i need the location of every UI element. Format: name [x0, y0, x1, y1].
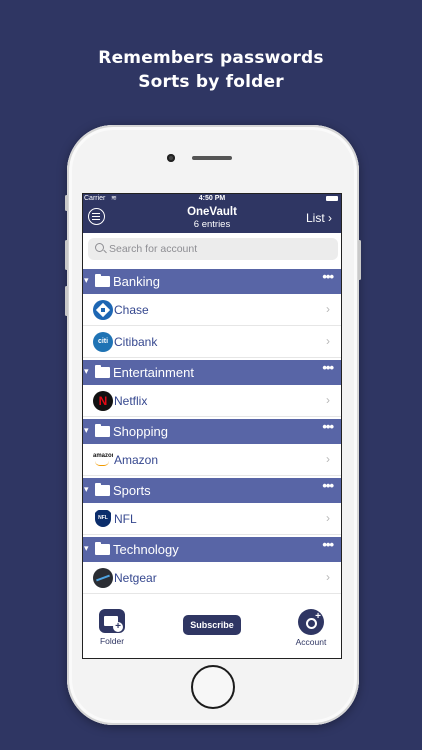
list-item-netflix[interactable]: N Netflix ›: [83, 385, 341, 417]
list-item-nfl[interactable]: NFL NFL ›: [83, 503, 341, 535]
folder-icon: [95, 274, 110, 287]
subscribe-button[interactable]: Subscribe: [183, 615, 241, 635]
folder-icon: [95, 365, 110, 378]
collapse-triangle-icon: ▾: [84, 275, 89, 285]
folder-icon: [95, 424, 110, 437]
add-account-icon: [298, 609, 324, 635]
folder-icon: [95, 542, 110, 555]
collapse-triangle-icon: ▾: [84, 425, 89, 435]
speaker-grille: [192, 156, 232, 160]
entry-label: Citibank: [114, 335, 158, 349]
section-header-technology[interactable]: ▾ Technology •••: [83, 537, 341, 562]
battery-icon: [326, 196, 338, 201]
section-header-sports[interactable]: ▾ Sports •••: [83, 478, 341, 503]
status-bar: Carrier ≋ 4:50 PM: [83, 194, 341, 204]
more-options-icon[interactable]: •••: [322, 269, 334, 284]
nfl-logo-icon: NFL: [93, 509, 113, 529]
search-placeholder: Search for account: [109, 243, 198, 255]
section-name: Entertainment: [113, 365, 194, 380]
search-icon: [95, 243, 104, 252]
section-name: Technology: [113, 542, 179, 557]
more-options-icon[interactable]: •••: [322, 537, 334, 552]
section-header-entertainment[interactable]: ▾ Entertainment •••: [83, 360, 341, 385]
section-name: Shopping: [113, 424, 168, 439]
app-title: OneVault: [187, 206, 237, 218]
mute-switch: [65, 195, 68, 211]
section-header-shopping[interactable]: ▾ Shopping •••: [83, 419, 341, 444]
entry-label: NFL: [114, 512, 137, 526]
volume-up-button: [65, 240, 68, 270]
entry-count: 6 entries: [193, 219, 231, 230]
amazon-logo-icon: amazon: [93, 450, 113, 470]
chevron-right-icon: ›: [326, 570, 330, 584]
chevron-right-icon: ›: [326, 334, 330, 348]
collapse-triangle-icon: ▾: [84, 484, 89, 494]
add-folder-icon: [99, 609, 125, 633]
netgear-logo-icon: [93, 568, 113, 588]
netflix-logo-icon: N: [93, 391, 113, 411]
headline-line-1: Remembers passwords: [98, 48, 324, 68]
section-header-banking[interactable]: ▾ Banking •••: [83, 269, 341, 294]
chevron-right-icon: ›: [326, 302, 330, 316]
list-item-amazon[interactable]: amazon Amazon ›: [83, 444, 341, 476]
more-options-icon[interactable]: •••: [322, 360, 334, 375]
status-time: 4:50 PM: [198, 195, 226, 202]
entry-label: Netflix: [114, 394, 148, 408]
more-options-icon[interactable]: •••: [322, 478, 334, 493]
collapse-triangle-icon: ▾: [84, 543, 89, 553]
more-options-icon[interactable]: •••: [322, 419, 334, 434]
volume-down-button: [65, 286, 68, 316]
add-account-button[interactable]: Account: [291, 609, 331, 647]
section-name: Sports: [113, 483, 151, 498]
headline: Remembers passwords Sorts by folder: [0, 46, 422, 94]
entry-label: Amazon: [114, 453, 159, 467]
list-item-netgear[interactable]: Netgear ›: [83, 562, 341, 594]
headline-line-2: Sorts by folder: [138, 72, 284, 92]
nfl-shield-text: NFL: [95, 510, 111, 527]
section-name: Banking: [113, 274, 160, 289]
home-button[interactable]: [191, 665, 235, 709]
chevron-right-icon: ›: [326, 393, 330, 407]
entry-label: Netgear: [114, 571, 157, 585]
list-button[interactable]: List ›: [306, 211, 332, 225]
chase-logo-icon: [93, 300, 113, 320]
chevron-right-icon: ›: [326, 452, 330, 466]
add-folder-button[interactable]: Folder: [97, 609, 127, 646]
folder-label: Folder: [99, 636, 125, 646]
camera-icon: [167, 154, 175, 162]
chevron-right-icon: ›: [326, 511, 330, 525]
collapse-triangle-icon: ▾: [84, 366, 89, 376]
folder-icon: [95, 483, 110, 496]
list-item-chase[interactable]: Chase ›: [83, 294, 341, 326]
bottom-toolbar: Folder Subscribe Account: [83, 599, 341, 658]
power-button: [358, 240, 361, 280]
amazon-smile-icon: [95, 461, 109, 466]
list-item-citibank[interactable]: citi Citibank ›: [83, 326, 341, 358]
citi-logo-icon: citi: [93, 332, 113, 352]
entry-label: Chase: [114, 303, 149, 317]
search-bar: Search for account: [83, 233, 341, 269]
account-label: Account: [295, 637, 327, 647]
app-screen: Carrier ≋ 4:50 PM OneVault 6 entries Lis…: [82, 193, 342, 659]
amazon-logo-text: amazon: [93, 453, 113, 459]
nav-bar: OneVault 6 entries List ›: [83, 204, 341, 233]
search-input[interactable]: Search for account: [88, 238, 338, 260]
